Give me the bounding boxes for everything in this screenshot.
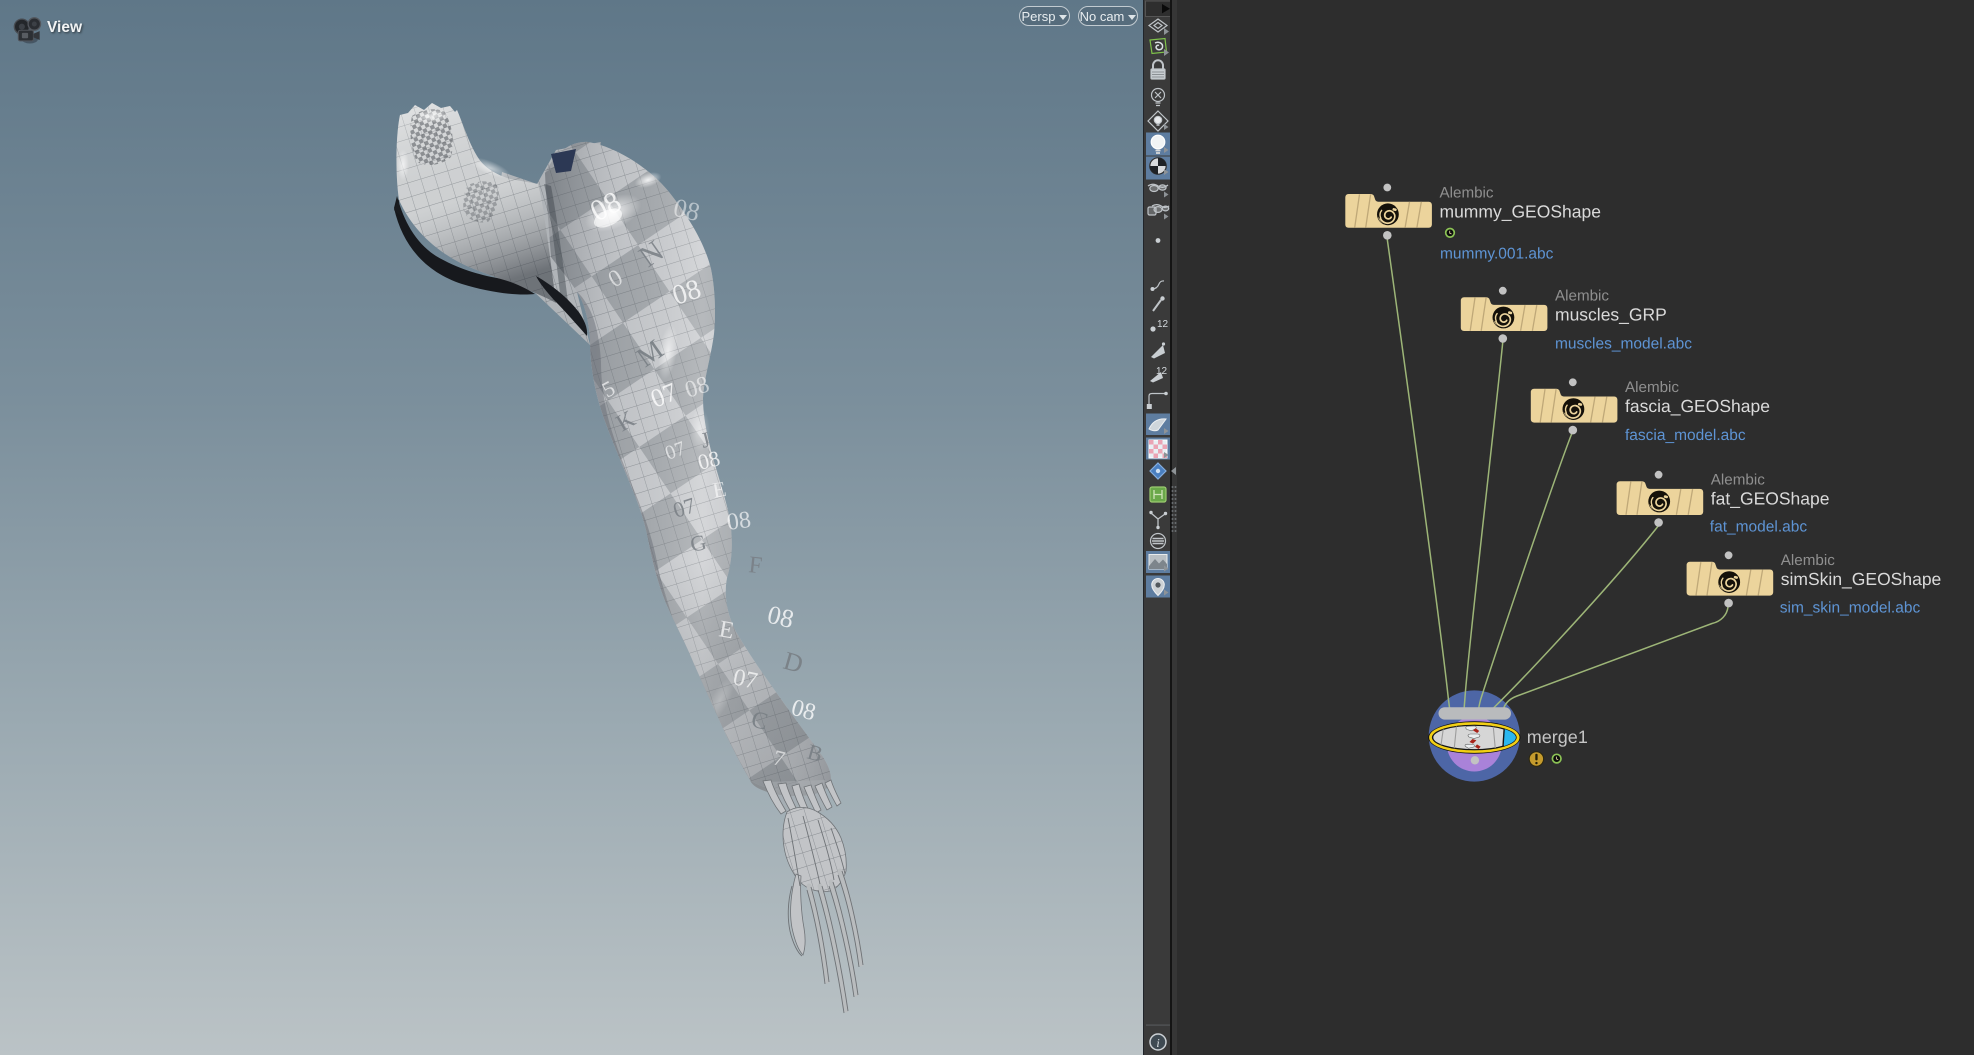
svg-text:Alembic: Alembic xyxy=(1440,185,1494,202)
svg-text:fascia_GEOShape: fascia_GEOShape xyxy=(1625,396,1770,416)
svg-text:mummy_GEOShape: mummy_GEOShape xyxy=(1440,202,1601,222)
svg-text:muscles_GRP: muscles_GRP xyxy=(1555,305,1667,325)
svg-text:Alembic: Alembic xyxy=(1711,472,1765,489)
svg-text:simSkin_GEOShape: simSkin_GEOShape xyxy=(1781,569,1942,589)
svg-text:Alembic: Alembic xyxy=(1625,379,1679,396)
svg-text:Alembic: Alembic xyxy=(1555,288,1609,305)
svg-text:fat_model.abc: fat_model.abc xyxy=(1710,519,1808,536)
svg-text:08: 08 xyxy=(695,445,722,475)
svg-text:D: D xyxy=(780,646,806,679)
svg-text:12: 12 xyxy=(1157,319,1169,330)
svg-text:fascia_model.abc: fascia_model.abc xyxy=(1625,427,1746,444)
svg-text:mummy.001.abc: mummy.001.abc xyxy=(1440,246,1554,263)
svg-text:merge1: merge1 xyxy=(1527,727,1588,747)
svg-text:fat_GEOShape: fat_GEOShape xyxy=(1711,489,1830,509)
svg-text:08: 08 xyxy=(671,193,703,227)
svg-text:muscles_model.abc: muscles_model.abc xyxy=(1555,336,1692,353)
svg-text:E: E xyxy=(711,476,729,503)
svg-text:sim_skin_model.abc: sim_skin_model.abc xyxy=(1780,600,1921,617)
svg-text:08: 08 xyxy=(725,507,752,536)
svg-text:12: 12 xyxy=(1156,366,1168,377)
svg-text:Alembic: Alembic xyxy=(1781,552,1835,569)
svg-text:i: i xyxy=(1156,1036,1159,1050)
svg-text:F: F xyxy=(747,552,763,579)
svg-text:08: 08 xyxy=(765,600,797,634)
